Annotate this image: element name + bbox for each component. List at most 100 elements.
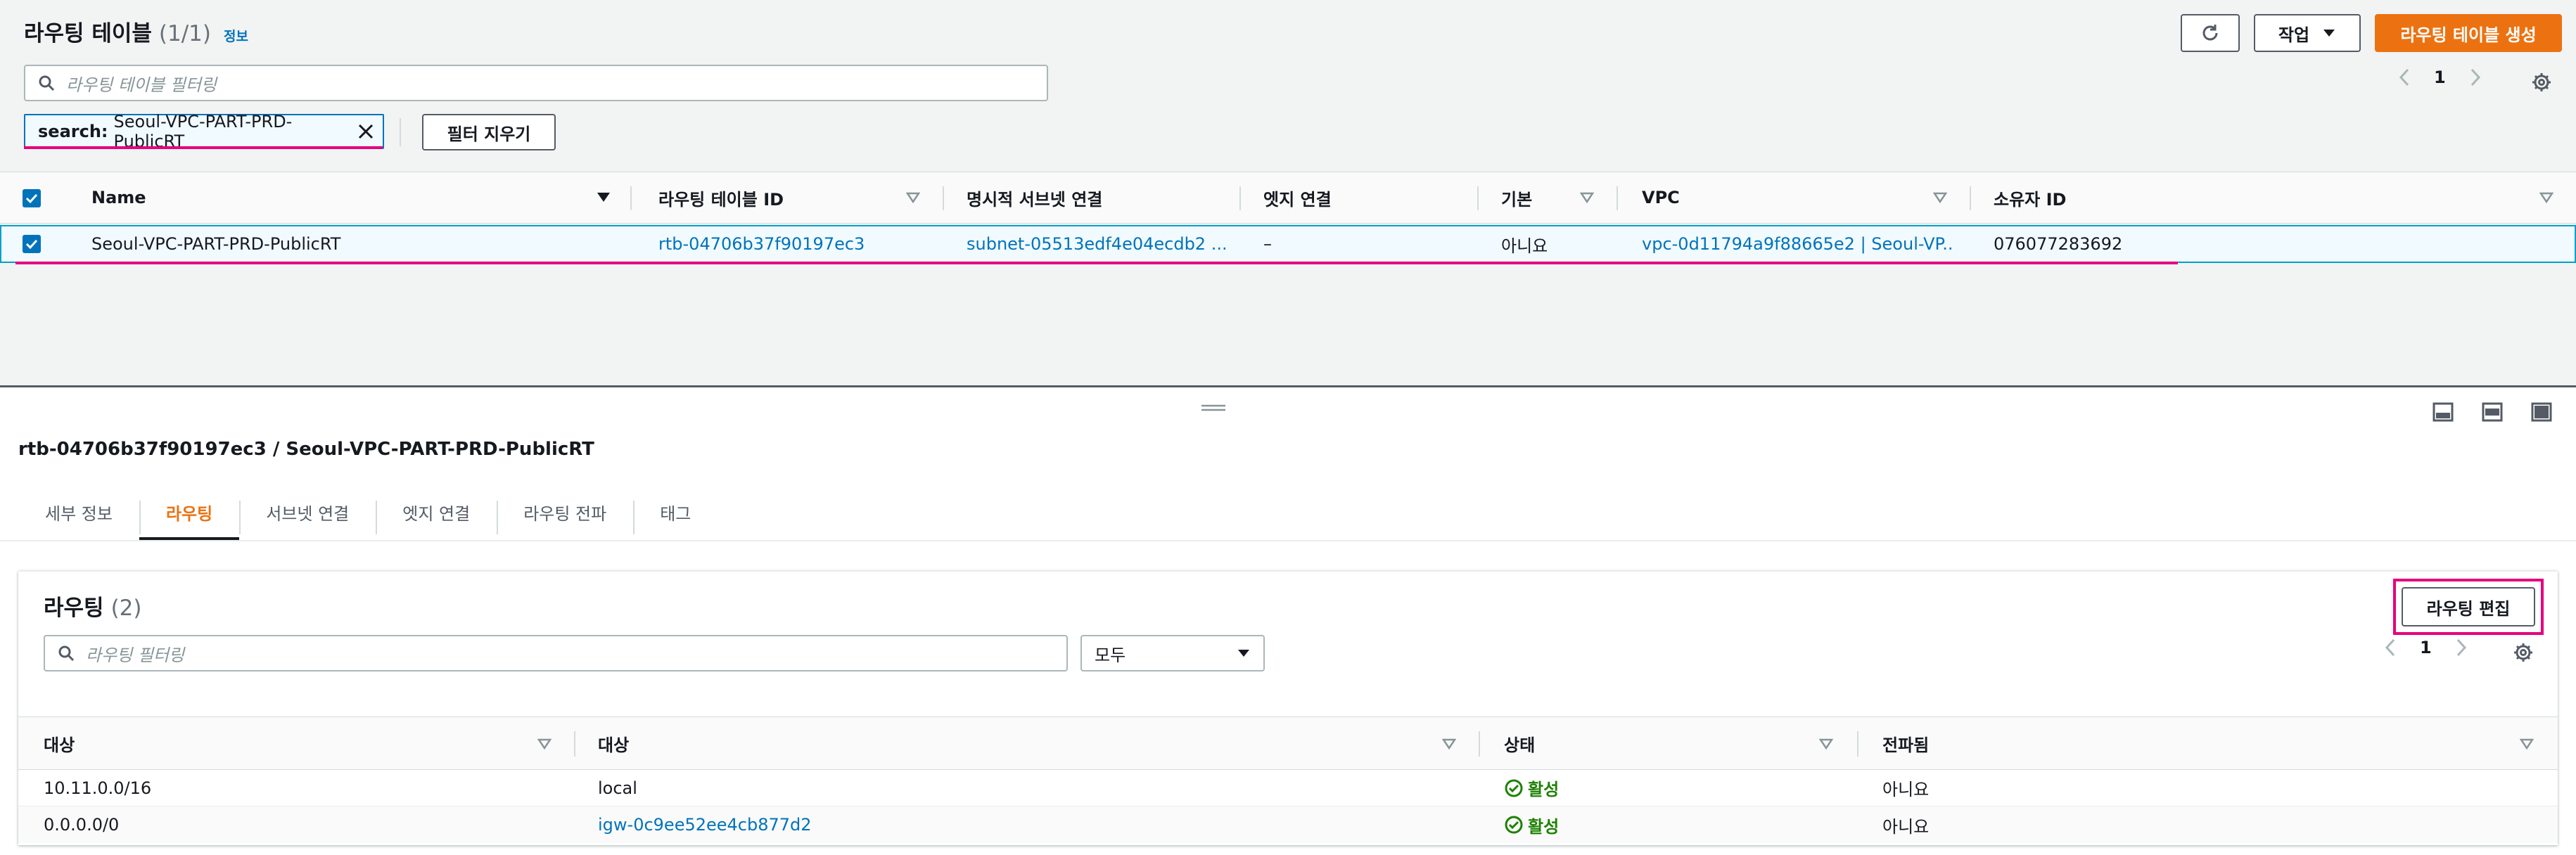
- chevron-left-icon[interactable]: [2399, 68, 2410, 86]
- route-propagated: 아니요: [1882, 816, 1930, 837]
- row-subnet[interactable]: subnet-05513edf4e04ecdb2 ...: [967, 226, 1227, 262]
- layout-full-icon[interactable]: [2531, 402, 2552, 422]
- row-name: Seoul-VPC-PART-PRD-PublicRT: [91, 234, 341, 254]
- col-propagated[interactable]: 전파됨: [1882, 717, 1929, 769]
- route-destination: 0.0.0.0/0: [44, 815, 120, 835]
- chevron-left-icon[interactable]: [2385, 638, 2396, 657]
- select-all-checkbox[interactable]: [23, 189, 41, 207]
- col-vpc[interactable]: VPC: [1642, 172, 1680, 223]
- chevron-right-icon[interactable]: [2470, 68, 2481, 86]
- col-explicit-subnet[interactable]: 명시적 서브넷 연결: [967, 172, 1102, 223]
- check-circle-icon: [1504, 815, 1524, 835]
- route-table-filter[interactable]: 라우팅 테이블 필터링: [24, 65, 1048, 101]
- create-route-table-button[interactable]: 라우팅 테이블 생성: [2375, 14, 2562, 52]
- row-checkbox[interactable]: [23, 235, 41, 253]
- filter-token: search: Seoul-VPC-PART-PRD-PublicRT: [24, 112, 384, 151]
- search-icon: [38, 75, 55, 91]
- route-status-text: 활성: [1528, 780, 1560, 799]
- info-link[interactable]: 정보: [224, 26, 248, 45]
- check-circle-icon: [1504, 778, 1524, 798]
- sort-icon[interactable]: [1580, 192, 1594, 203]
- col-target[interactable]: 대상: [598, 717, 629, 769]
- close-icon[interactable]: [357, 123, 374, 140]
- row-vpc[interactable]: vpc-0d11794a9f88665e2 | Seoul-VP...: [1642, 226, 1951, 262]
- route-table-header: Name 라우팅 테이블 ID 명시적 서브넷 연결 엣지 연결 기본 VPC …: [0, 172, 2576, 224]
- col-status[interactable]: 상태: [1504, 717, 1535, 769]
- settings-gear-icon[interactable]: [2513, 642, 2534, 663]
- routes-status-select[interactable]: 모두: [1080, 635, 1265, 671]
- route-tables-panel: 라우팅 테이블 (1/1) 정보 작업 라우팅 테이블 생성 라우팅 테이블 필…: [0, 0, 2576, 385]
- search-icon: [58, 645, 75, 662]
- tab-details[interactable]: 세부 정보: [18, 484, 139, 540]
- token-highlight-underline: [24, 146, 383, 149]
- sort-icon[interactable]: [537, 738, 551, 750]
- route-status-text: 활성: [1528, 816, 1560, 837]
- table-row[interactable]: Seoul-VPC-PART-PRD-PublicRT rtb-04706b37…: [0, 225, 2576, 263]
- routes-count: (2): [110, 596, 142, 621]
- row-route-table-id[interactable]: rtb-04706b37f90197ec3: [658, 226, 933, 262]
- col-route-table-id[interactable]: 라우팅 테이블 ID: [658, 172, 784, 223]
- row-edge: –: [1263, 234, 1272, 254]
- edit-routes-button[interactable]: 라우팅 편집: [2402, 587, 2535, 626]
- detail-tabs: 세부 정보 라우팅 서브넷 연결 엣지 연결 라우팅 전파 태그: [18, 484, 718, 540]
- page-number[interactable]: 1: [2420, 638, 2432, 657]
- tabs-divider: [0, 540, 2576, 541]
- route-target: local: [598, 778, 637, 798]
- sort-desc-icon[interactable]: [597, 192, 611, 203]
- tab-routes[interactable]: 라우팅: [139, 484, 240, 540]
- drag-handle-icon[interactable]: [1201, 404, 1225, 412]
- actions-label: 작업: [2278, 25, 2310, 45]
- routes-filter-placeholder: 라우팅 필터링: [86, 645, 185, 665]
- routes-title: 라우팅: [44, 596, 104, 621]
- filter-token-key: search:: [38, 122, 108, 141]
- table-row: 10.11.0.0/16 local 활성 아니요: [18, 770, 2558, 806]
- clear-filters-button[interactable]: 필터 지우기: [422, 114, 556, 150]
- divider: [400, 118, 401, 146]
- col-main[interactable]: 기본: [1501, 172, 1532, 223]
- col-destination[interactable]: 대상: [44, 717, 75, 769]
- tab-tags[interactable]: 태그: [633, 484, 718, 540]
- routes-table-header: 대상 대상 상태 전파됨: [18, 716, 2558, 770]
- row-main: 아니요: [1501, 236, 1548, 256]
- sort-icon[interactable]: [1819, 738, 1833, 750]
- route-target[interactable]: igw-0c9ee52ee4cb877d2: [598, 806, 812, 843]
- col-owner-id[interactable]: 소유자 ID: [1994, 172, 2066, 223]
- layout-bottom-icon[interactable]: [2432, 402, 2454, 422]
- routes-header: 라우팅 (2): [44, 590, 141, 622]
- col-name[interactable]: Name: [91, 172, 146, 223]
- sort-icon[interactable]: [1442, 738, 1456, 750]
- sort-icon[interactable]: [2520, 738, 2534, 750]
- selection-count: (1/1): [158, 21, 212, 46]
- sort-icon[interactable]: [1933, 192, 1947, 203]
- col-edge-association[interactable]: 엣지 연결: [1263, 172, 1332, 223]
- refresh-button[interactable]: [2181, 14, 2240, 52]
- layout-split-icon[interactable]: [2482, 402, 2503, 422]
- sort-icon[interactable]: [2539, 192, 2553, 203]
- settings-gear-icon[interactable]: [2531, 72, 2552, 93]
- route-status: 활성: [1504, 770, 1559, 806]
- actions-dropdown[interactable]: 작업: [2254, 14, 2361, 52]
- filter-token-value: Seoul-VPC-PART-PRD-PublicRT: [113, 112, 293, 151]
- page-header: 라우팅 테이블 (1/1) 정보: [24, 15, 248, 47]
- detail-title: rtb-04706b37f90197ec3 / Seoul-VPC-PART-P…: [18, 439, 594, 460]
- routes-filter[interactable]: 라우팅 필터링: [44, 635, 1068, 671]
- caret-down-icon: [1237, 648, 1251, 658]
- tab-edge-associations[interactable]: 엣지 연결: [376, 484, 497, 540]
- split-divider: [0, 385, 2576, 387]
- refresh-icon: [2200, 22, 2221, 44]
- tab-route-propagation[interactable]: 라우팅 전파: [497, 484, 633, 540]
- routes-pagination: 1: [2385, 638, 2467, 657]
- filter-placeholder: 라우팅 테이블 필터링: [66, 75, 217, 95]
- route-destination: 10.11.0.0/16: [44, 778, 152, 798]
- routes-card: 라우팅 (2) 라우팅 편집 라우팅 필터링 모두 1 대상 대상 상태 전파됨: [18, 571, 2558, 845]
- route-status: 활성: [1504, 806, 1559, 843]
- sort-icon[interactable]: [906, 192, 920, 203]
- page-title: 라우팅 테이블: [24, 21, 152, 46]
- row-owner-id: 076077283692: [1994, 234, 2123, 254]
- chevron-right-icon[interactable]: [2456, 638, 2467, 657]
- tab-subnet-associations[interactable]: 서브넷 연결: [239, 484, 376, 540]
- pagination: 1: [2399, 68, 2481, 87]
- page-number[interactable]: 1: [2434, 68, 2446, 87]
- row-highlight-underline: [15, 262, 2178, 264]
- table-row: 0.0.0.0/0 igw-0c9ee52ee4cb877d2 활성 아니요: [18, 806, 2558, 843]
